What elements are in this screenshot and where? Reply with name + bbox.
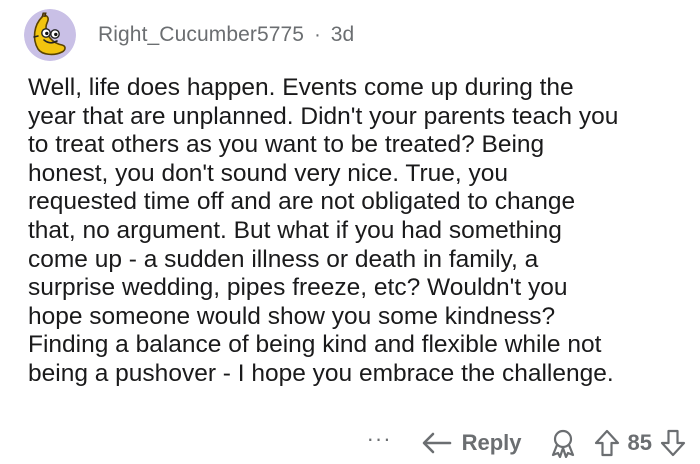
vote-score: 85 (627, 430, 652, 455)
comment-body-line: requested time off and are not obligated… (28, 188, 576, 216)
reply-label: Reply (461, 430, 522, 455)
reply-arrow-icon (422, 432, 451, 454)
avatar-icon[interactable] (24, 9, 76, 61)
upvote-arrow-icon[interactable] (594, 429, 620, 457)
award-icon[interactable] (548, 428, 578, 458)
downvote-arrow-icon[interactable] (660, 429, 686, 457)
comment-body-line: year that are unplanned. Didn't your par… (28, 102, 619, 130)
comment-body-line: Finding a balance of being kind and flex… (28, 331, 602, 359)
more-options-button[interactable]: ··· (367, 426, 392, 452)
comment-body-line: that, no argument. But what if you had s… (28, 216, 562, 244)
comment-age: 3d (330, 23, 355, 46)
comment-body-line: honest, you don't sound very nice. True,… (28, 159, 508, 187)
comment: Right_Cucumber5775 · 3d Well, life does … (0, 0, 700, 464)
comment-actions: ··· Reply 85 (367, 426, 686, 460)
comment-body-line: Well, life does happen. Events come up d… (28, 74, 574, 101)
reply-button[interactable]: Reply (420, 430, 522, 456)
comment-body-line: to treat others as you want to be treate… (28, 131, 545, 159)
author-username[interactable]: Right_Cucumber5775 (98, 23, 304, 47)
meta-separator: · (314, 23, 321, 46)
comment-body: Well, life does happen. Events come up d… (28, 74, 688, 389)
comment-body-line: being a pushover - I hope you embrace th… (28, 359, 614, 387)
comment-header: Right_Cucumber5775 · 3d (24, 8, 354, 62)
comment-body-line: surprise wedding, pipes freeze, etc? Wou… (28, 274, 568, 302)
comment-body-line: come up - a sudden illness or death in f… (28, 245, 539, 273)
comment-body-line: hope someone would show you some kindnes… (28, 302, 556, 330)
